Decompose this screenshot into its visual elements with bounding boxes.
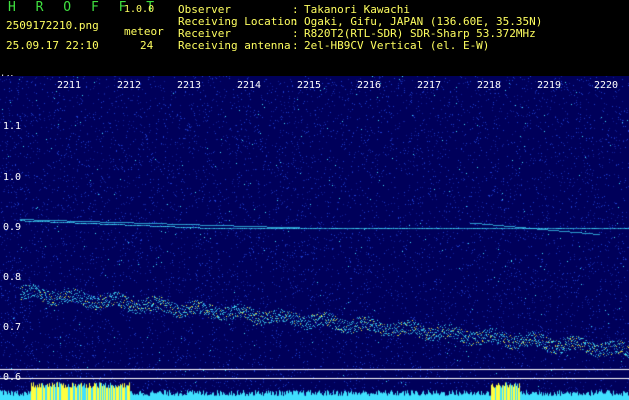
- app-version: 1.0.0: [124, 4, 155, 15]
- field-antenna-value: 2el-HB9CV Vertical (el. E-W): [304, 39, 490, 52]
- y-tick: 1.0: [3, 172, 22, 183]
- y-tick: 1.1: [3, 121, 22, 132]
- field-antenna-label: Receiving antenna: [178, 39, 291, 52]
- spectrogram-canvas: [0, 76, 629, 400]
- x-tick: 2220: [594, 80, 619, 91]
- meteor-count: 24: [140, 39, 154, 52]
- x-tick: 2218: [477, 80, 502, 91]
- meteor-label: meteor: [124, 25, 164, 38]
- image-filename: 2509172210.png: [6, 19, 99, 32]
- x-tick: 2217: [417, 80, 442, 91]
- x-tick: 2213: [177, 80, 202, 91]
- x-tick: 2219: [537, 80, 562, 91]
- x-tick: 2215: [297, 80, 322, 91]
- field-colon: :: [292, 39, 299, 52]
- x-tick: 2212: [117, 80, 142, 91]
- y-tick: 0.7: [3, 322, 22, 333]
- y-tick: 0.9: [3, 222, 22, 233]
- x-tick: 2216: [357, 80, 382, 91]
- x-tick: 2211: [57, 80, 82, 91]
- y-tick: 0.6: [3, 372, 22, 383]
- x-tick: 2214: [237, 80, 262, 91]
- timestamp: 25.09.17 22:10: [6, 39, 99, 52]
- y-tick: 0.8: [3, 272, 22, 283]
